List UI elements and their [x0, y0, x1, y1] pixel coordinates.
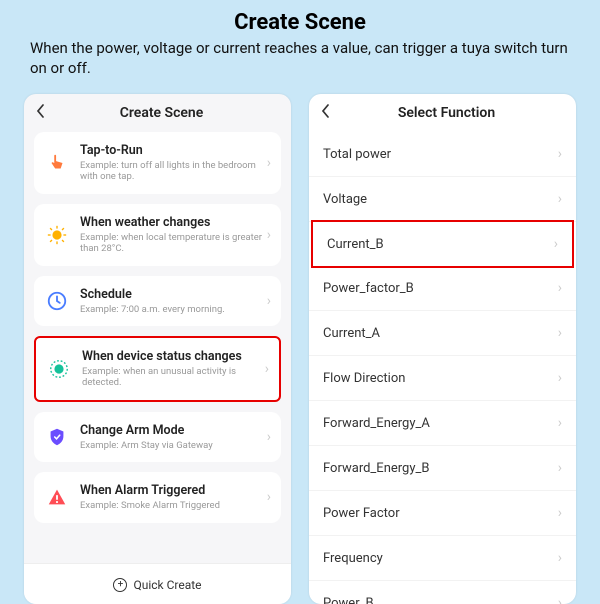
- scene-text: When Alarm Triggered Example: Smoke Alarm…: [80, 483, 267, 511]
- page-header: Create Scene When the power, voltage or …: [0, 0, 600, 84]
- quick-create-label: Quick Create: [133, 578, 201, 592]
- chevron-right-icon: ›: [558, 505, 562, 521]
- chevron-right-icon: ›: [267, 227, 271, 243]
- chevron-right-icon: ›: [558, 550, 562, 566]
- chevron-right-icon: ›: [267, 429, 271, 445]
- scene-list: Tap-to-Run Example: turn off all lights i…: [24, 132, 291, 523]
- function-label: Power_factor_B: [323, 281, 558, 296]
- scene-example: Example: Arm Stay via Gateway: [80, 440, 267, 451]
- chevron-right-icon: ›: [554, 236, 558, 252]
- scene-title: When weather changes: [80, 215, 267, 230]
- scene-title: Tap-to-Run: [80, 143, 267, 158]
- schedule-icon: [44, 288, 70, 314]
- function-item[interactable]: Flow Direction›: [309, 356, 576, 401]
- scene-title: Schedule: [80, 287, 267, 302]
- chevron-right-icon: ›: [267, 155, 271, 171]
- scene-example: Example: Smoke Alarm Triggered: [80, 500, 267, 511]
- chevron-right-icon: ›: [558, 370, 562, 386]
- function-label: Current_B: [327, 237, 554, 252]
- function-item[interactable]: Total power›: [309, 132, 576, 177]
- alarm-icon: [44, 484, 70, 510]
- scene-title: When device status changes: [82, 349, 265, 364]
- create-scene-phone: Create Scene Tap-to-Run Example: turn off…: [24, 94, 291, 604]
- scene-title: When Alarm Triggered: [80, 483, 267, 498]
- function-item[interactable]: Power_factor_B›: [309, 266, 576, 311]
- function-item[interactable]: Current_A›: [309, 311, 576, 356]
- function-label: Power Factor: [323, 506, 558, 521]
- chevron-right-icon: ›: [265, 361, 269, 377]
- function-item[interactable]: Power_B›: [309, 581, 576, 604]
- tap-icon: [44, 150, 70, 176]
- function-item[interactable]: Current_B›: [311, 220, 574, 268]
- scene-option[interactable]: Schedule Example: 7:00 a.m. every morning…: [34, 276, 281, 326]
- left-phone-header: Create Scene: [24, 94, 291, 132]
- function-label: Forward_Energy_A: [323, 416, 558, 431]
- function-label: Total power: [323, 147, 558, 162]
- chevron-right-icon: ›: [558, 146, 562, 162]
- scene-text: When weather changes Example: when local …: [80, 215, 267, 255]
- weather-icon: [44, 222, 70, 248]
- scene-text: Change Arm Mode Example: Arm Stay via Gat…: [80, 423, 267, 451]
- function-item[interactable]: Power Factor›: [309, 491, 576, 536]
- back-icon[interactable]: [36, 104, 52, 122]
- function-label: Flow Direction: [323, 371, 558, 386]
- function-label: Voltage: [323, 192, 558, 207]
- left-phone-title: Create Scene: [60, 105, 263, 121]
- plus-icon: +: [113, 578, 127, 592]
- right-phone-header: Select Function: [309, 94, 576, 132]
- chevron-right-icon: ›: [558, 325, 562, 341]
- scene-title: Change Arm Mode: [80, 423, 267, 438]
- chevron-right-icon: ›: [267, 293, 271, 309]
- arm-mode-icon: [44, 424, 70, 450]
- select-function-phone: Select Function Total power›Voltage›Curr…: [309, 94, 576, 604]
- function-label: Frequency: [323, 551, 558, 566]
- chevron-right-icon: ›: [267, 489, 271, 505]
- device-status-icon: [46, 356, 72, 382]
- phones-container: Create Scene Tap-to-Run Example: turn off…: [0, 84, 600, 604]
- scene-option[interactable]: Tap-to-Run Example: turn off all lights i…: [34, 132, 281, 194]
- right-phone-title: Select Function: [345, 105, 548, 121]
- chevron-right-icon: ›: [558, 460, 562, 476]
- quick-create-button[interactable]: + Quick Create: [24, 563, 291, 604]
- back-icon[interactable]: [321, 104, 337, 122]
- chevron-right-icon: ›: [558, 280, 562, 296]
- scene-text: Tap-to-Run Example: turn off all lights i…: [80, 143, 267, 183]
- function-item[interactable]: Forward_Energy_B›: [309, 446, 576, 491]
- scene-option[interactable]: When weather changes Example: when local …: [34, 204, 281, 266]
- chevron-right-icon: ›: [558, 415, 562, 431]
- scene-example: Example: 7:00 a.m. every morning.: [80, 304, 267, 315]
- function-label: Current_A: [323, 326, 558, 341]
- scene-option[interactable]: When device status changes Example: when …: [34, 336, 281, 402]
- function-list: Total power›Voltage›Current_B›Power_fact…: [309, 132, 576, 604]
- scene-example: Example: when local temperature is great…: [80, 232, 267, 255]
- function-item[interactable]: Forward_Energy_A›: [309, 401, 576, 446]
- scene-option[interactable]: When Alarm Triggered Example: Smoke Alarm…: [34, 472, 281, 522]
- scene-example: Example: turn off all lights in the bedr…: [80, 160, 267, 183]
- page-subtitle: When the power, voltage or current reach…: [30, 39, 570, 78]
- page-title: Create Scene: [30, 10, 570, 35]
- function-label: Forward_Energy_B: [323, 461, 558, 476]
- scene-example: Example: when an unusual activity is det…: [82, 366, 265, 389]
- function-item[interactable]: Voltage›: [309, 177, 576, 222]
- scene-text: When device status changes Example: when …: [82, 349, 265, 389]
- function-item[interactable]: Frequency›: [309, 536, 576, 581]
- scene-option[interactable]: Change Arm Mode Example: Arm Stay via Gat…: [34, 412, 281, 462]
- scene-text: Schedule Example: 7:00 a.m. every morning…: [80, 287, 267, 315]
- chevron-right-icon: ›: [558, 191, 562, 207]
